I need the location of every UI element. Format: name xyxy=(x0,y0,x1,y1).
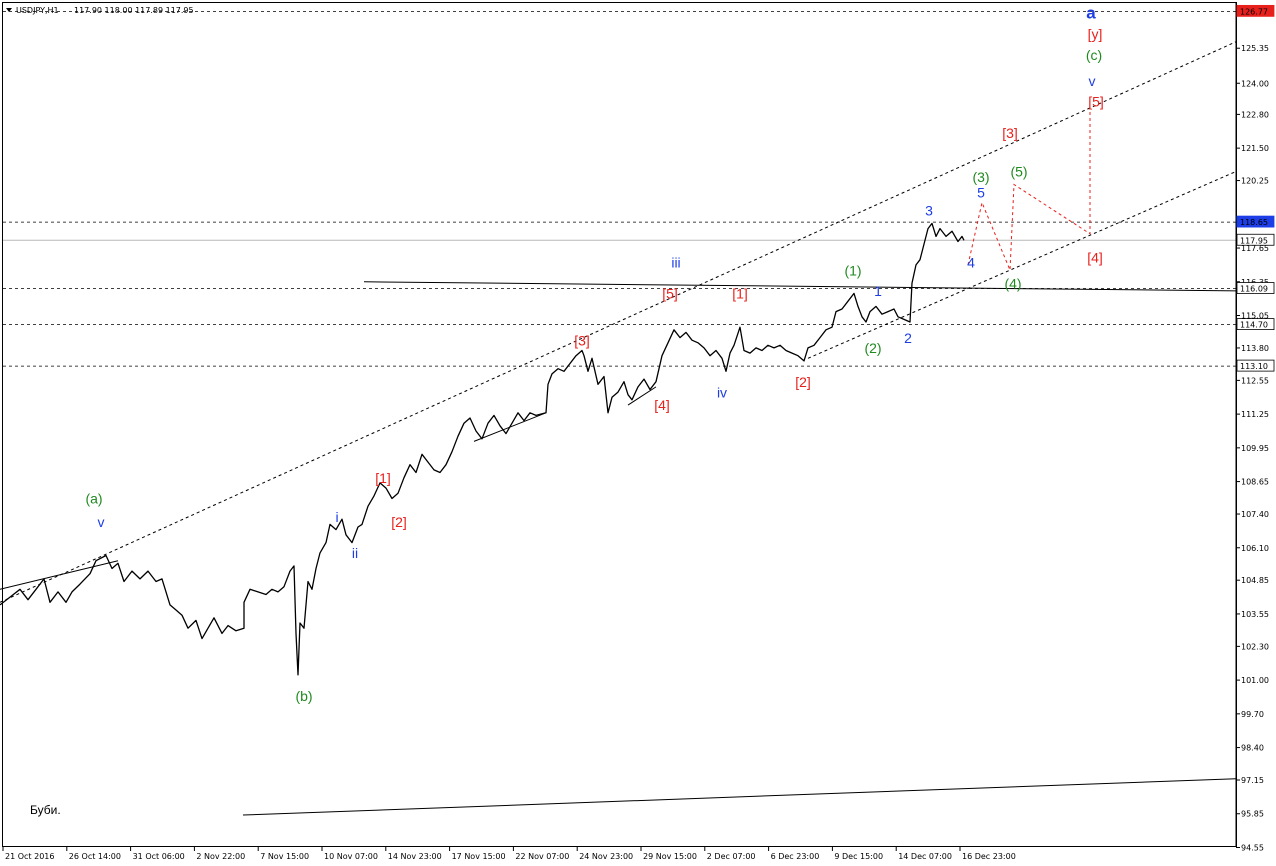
price-tick-label-0: 125.35 xyxy=(1241,44,1269,53)
wave-label-3: i xyxy=(335,509,338,525)
price-tick-label-11: 109.95 xyxy=(1241,444,1269,453)
wave-label-19: 4 xyxy=(967,255,975,271)
time-tick-label-0: 21 Oct 2016 xyxy=(5,852,54,861)
price-tick-label-15: 104.85 xyxy=(1241,576,1269,585)
price-tick-label-23: 94.55 xyxy=(1241,843,1264,852)
price-tick-label-10: 111.25 xyxy=(1241,410,1269,419)
wave-label-8: [4] xyxy=(654,397,670,413)
time-tick-label-8: 22 Nov 07:00 xyxy=(515,852,569,861)
wave-label-12: [1] xyxy=(732,286,748,302)
wave-label-25: [4] xyxy=(1087,249,1103,265)
price-tick-label-3: 121.50 xyxy=(1241,144,1269,153)
price-badge-label-4: 114.70 xyxy=(1240,321,1268,330)
price-badge-label-0: 126.77 xyxy=(1240,7,1268,16)
time-tick-label-7: 17 Nov 15:00 xyxy=(452,852,506,861)
price-badge-label-5: 113.10 xyxy=(1240,362,1268,371)
price-badge-label-1: 118.65 xyxy=(1240,218,1268,227)
price-tick-label-8: 113.80 xyxy=(1241,344,1269,353)
price-tick-label-12: 108.65 xyxy=(1241,478,1269,487)
price-tick-label-19: 99.70 xyxy=(1241,710,1264,719)
wave-label-22: [3] xyxy=(1002,125,1018,141)
wave-label-29: [y] xyxy=(1088,26,1103,42)
wave-label-26: [5] xyxy=(1088,94,1104,110)
time-axis: 21 Oct 2016 26 Oct 14:00 31 Oct 06:00 2 Nov… xyxy=(2,847,1016,861)
time-tick-label-1: 26 Oct 14:00 xyxy=(69,852,121,861)
wave-label-5: [1] xyxy=(375,470,391,486)
time-tick-label-6: 14 Nov 23:00 xyxy=(388,852,442,861)
wave-label-18: 3 xyxy=(925,203,933,219)
price-tick-label-2: 122.80 xyxy=(1241,110,1269,119)
time-tick-label-11: 2 Dec 07:00 xyxy=(707,852,756,861)
time-tick-label-9: 24 Nov 23:00 xyxy=(579,852,633,861)
wave-label-30: a xyxy=(1086,3,1096,22)
price-tick-label-9: 112.55 xyxy=(1241,376,1269,385)
price-tick-label-18: 101.00 xyxy=(1241,676,1269,685)
price-tick-label-20: 98.40 xyxy=(1241,744,1264,753)
time-tick-label-3: 2 Nov 22:00 xyxy=(196,852,245,861)
price-tick-label-17: 102.30 xyxy=(1241,642,1269,651)
price-tick-label-22: 95.85 xyxy=(1241,810,1264,819)
wave-label-21: 5 xyxy=(977,184,985,200)
wave-label-23: (5) xyxy=(1010,164,1027,180)
wave-label-6: [2] xyxy=(391,514,407,530)
price-tick-label-21: 97.15 xyxy=(1241,776,1264,785)
wave-label-20: (3) xyxy=(972,169,989,185)
price-badge-label-3: 116.09 xyxy=(1240,285,1268,294)
wave-label-1: v xyxy=(98,514,105,530)
wave-label-11: iv xyxy=(717,384,727,400)
time-tick-label-15: 16 Dec 23:00 xyxy=(962,852,1016,861)
wave-label-4: ii xyxy=(352,545,358,561)
time-tick-label-5: 10 Nov 07:00 xyxy=(324,852,378,861)
wave-label-10: iii xyxy=(671,255,680,271)
time-tick-label-2: 31 Oct 06:00 xyxy=(133,852,185,861)
price-axis: 125.35124.00122.80121.50120.25117.65116.… xyxy=(1235,3,1269,852)
price-tick-label-4: 120.25 xyxy=(1241,177,1269,186)
price-badge-label-2: 117.95 xyxy=(1240,236,1268,245)
wave-label-13: [2] xyxy=(795,374,811,390)
time-tick-label-12: 6 Dec 23:00 xyxy=(771,852,820,861)
ohlc-values: 117.90 118.00 117.89 117.95 xyxy=(74,6,194,15)
wave-label-16: (2) xyxy=(864,340,881,356)
wave-label-28: (c) xyxy=(1086,47,1102,63)
plot-frame xyxy=(2,2,1237,847)
wave-label-9: [5] xyxy=(662,286,678,302)
time-tick-label-13: 9 Dec 15:00 xyxy=(834,852,883,861)
chart-note: Буби. xyxy=(30,803,61,817)
wave-label-14: (1) xyxy=(844,262,861,278)
wave-label-17: 2 xyxy=(904,330,912,346)
wave-label-0: (a) xyxy=(85,491,102,507)
price-chart: (a)v(b)iii[1][2][3][4][5]iiiiv[1][2](1)1… xyxy=(0,2,1275,861)
time-tick-label-10: 29 Nov 15:00 xyxy=(643,852,697,861)
time-tick-label-14: 14 Dec 07:00 xyxy=(898,852,952,861)
price-tick-label-1: 124.00 xyxy=(1241,79,1269,88)
wave-label-2: (b) xyxy=(295,688,312,704)
symbol-label: USDJPY,H1 xyxy=(16,6,59,15)
wave-label-24: (4) xyxy=(1004,275,1021,291)
wave-label-15: 1 xyxy=(874,283,882,299)
wave-label-27: v xyxy=(1089,73,1096,89)
price-tick-label-14: 106.10 xyxy=(1241,544,1269,553)
wave-label-7: [3] xyxy=(574,332,590,348)
price-tick-label-13: 107.40 xyxy=(1241,510,1269,519)
price-tick-label-16: 103.55 xyxy=(1241,610,1269,619)
time-tick-label-4: 7 Nov 15:00 xyxy=(260,852,309,861)
